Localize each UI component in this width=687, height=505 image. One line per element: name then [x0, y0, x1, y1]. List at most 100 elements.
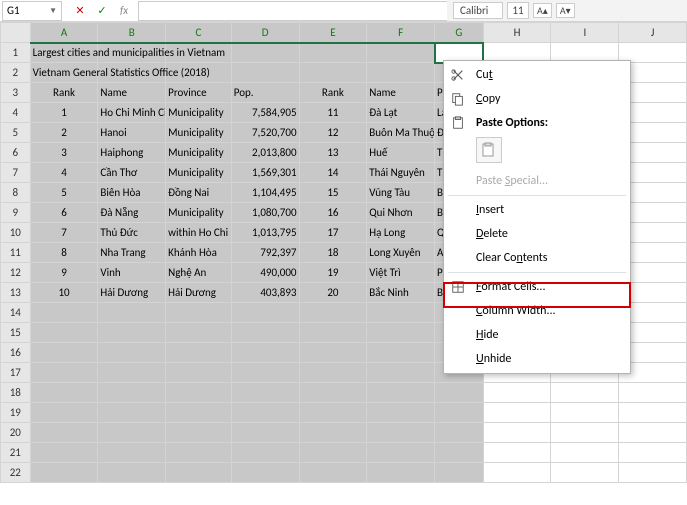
increase-font-icon[interactable]: A▴ — [533, 3, 552, 18]
row-header-3[interactable]: 3 — [1, 83, 31, 103]
menu-cut[interactable]: Cut — [444, 63, 630, 87]
cell-E20[interactable] — [299, 423, 367, 443]
cell-A13[interactable]: 10 — [30, 283, 98, 303]
font-name[interactable]: Calibri — [453, 2, 503, 19]
cell-E7[interactable]: 14 — [299, 163, 367, 183]
cell-F15[interactable] — [367, 323, 435, 343]
cell-B5[interactable]: Hanoi — [98, 123, 166, 143]
cell-A16[interactable] — [30, 343, 98, 363]
cell-B16[interactable] — [98, 343, 166, 363]
cell-F5[interactable]: Buôn Ma Thuột — [367, 123, 435, 143]
cell-D1[interactable] — [231, 43, 299, 63]
cell-E5[interactable]: 12 — [299, 123, 367, 143]
cell-H20[interactable] — [483, 423, 551, 443]
cell-J20[interactable] — [619, 423, 687, 443]
cell-B13[interactable]: Hải Dương — [98, 283, 166, 303]
menu-unhide[interactable]: Unhide — [444, 347, 630, 371]
cell-E10[interactable]: 17 — [299, 223, 367, 243]
cell-E3[interactable]: Rank — [299, 83, 367, 103]
cell-B22[interactable] — [98, 463, 166, 483]
cell-C5[interactable]: Municipality — [166, 123, 232, 143]
cell-C6[interactable]: Municipality — [166, 143, 232, 163]
cell-J18[interactable] — [619, 383, 687, 403]
column-header-B[interactable]: B — [98, 23, 166, 43]
row-header-15[interactable]: 15 — [1, 323, 31, 343]
column-header-C[interactable]: C — [166, 23, 232, 43]
menu-hide[interactable]: Hide — [444, 323, 630, 347]
cell-E6[interactable]: 13 — [299, 143, 367, 163]
cell-A2[interactable]: Vietnam General Statistics Office (2018) — [30, 63, 98, 83]
cell-D8[interactable]: 1,104,495 — [231, 183, 299, 203]
cell-D22[interactable] — [231, 463, 299, 483]
cell-F22[interactable] — [367, 463, 435, 483]
cell-E15[interactable] — [299, 323, 367, 343]
column-header-D[interactable]: D — [231, 23, 299, 43]
cell-F6[interactable]: Huế — [367, 143, 435, 163]
cell-D21[interactable] — [231, 443, 299, 463]
cell-F7[interactable]: Thái Nguyên — [367, 163, 435, 183]
cell-H18[interactable] — [483, 383, 551, 403]
cell-D10[interactable]: 1,013,795 — [231, 223, 299, 243]
row-header-19[interactable]: 19 — [1, 403, 31, 423]
cell-G20[interactable] — [435, 423, 484, 443]
cell-H21[interactable] — [483, 443, 551, 463]
cell-C4[interactable]: Municipality — [166, 103, 232, 123]
cell-B18[interactable] — [98, 383, 166, 403]
row-header-10[interactable]: 10 — [1, 223, 31, 243]
cell-A10[interactable]: 7 — [30, 223, 98, 243]
cell-G21[interactable] — [435, 443, 484, 463]
cell-E19[interactable] — [299, 403, 367, 423]
row-header-17[interactable]: 17 — [1, 363, 31, 383]
cell-H22[interactable] — [483, 463, 551, 483]
cell-B19[interactable] — [98, 403, 166, 423]
column-header-J[interactable]: J — [619, 23, 687, 43]
cell-G19[interactable] — [435, 403, 484, 423]
row-header-16[interactable]: 16 — [1, 343, 31, 363]
cell-I21[interactable] — [551, 443, 619, 463]
cell-A19[interactable] — [30, 403, 98, 423]
cell-C17[interactable] — [166, 363, 232, 383]
cell-F20[interactable] — [367, 423, 435, 443]
confirm-icon[interactable]: ✓ — [92, 2, 112, 20]
cell-D12[interactable]: 490,000 — [231, 263, 299, 283]
cell-A7[interactable]: 4 — [30, 163, 98, 183]
row-header-1[interactable]: 1 — [1, 43, 31, 63]
cell-C22[interactable] — [166, 463, 232, 483]
cell-E22[interactable] — [299, 463, 367, 483]
cell-D13[interactable]: 403,893 — [231, 283, 299, 303]
column-header-E[interactable]: E — [299, 23, 367, 43]
row-header-22[interactable]: 22 — [1, 463, 31, 483]
cell-A15[interactable] — [30, 323, 98, 343]
cell-F3[interactable]: Name — [367, 83, 435, 103]
cell-D20[interactable] — [231, 423, 299, 443]
cell-B9[interactable]: Đà Nẵng — [98, 203, 166, 223]
cell-F11[interactable]: Long Xuyên — [367, 243, 435, 263]
row-header-18[interactable]: 18 — [1, 383, 31, 403]
cell-F12[interactable]: Việt Trì — [367, 263, 435, 283]
cell-F8[interactable]: Vũng Tàu — [367, 183, 435, 203]
cell-A6[interactable]: 3 — [30, 143, 98, 163]
cell-A17[interactable] — [30, 363, 98, 383]
cell-B21[interactable] — [98, 443, 166, 463]
cell-B3[interactable]: Name — [98, 83, 166, 103]
cell-B6[interactable]: Haiphong — [98, 143, 166, 163]
cell-D16[interactable] — [231, 343, 299, 363]
cell-A18[interactable] — [30, 383, 98, 403]
cell-B7[interactable]: Cần Thơ — [98, 163, 166, 183]
cell-A20[interactable] — [30, 423, 98, 443]
cell-E16[interactable] — [299, 343, 367, 363]
cell-F14[interactable] — [367, 303, 435, 323]
cell-E9[interactable]: 16 — [299, 203, 367, 223]
cell-C18[interactable] — [166, 383, 232, 403]
column-header-F[interactable]: F — [367, 23, 435, 43]
cell-F10[interactable]: Hạ Long — [367, 223, 435, 243]
cell-E11[interactable]: 18 — [299, 243, 367, 263]
cell-F18[interactable] — [367, 383, 435, 403]
cell-F19[interactable] — [367, 403, 435, 423]
cell-C13[interactable]: Hải Dương — [166, 283, 232, 303]
cell-D4[interactable]: 7,584,905 — [231, 103, 299, 123]
column-header-G[interactable]: G — [435, 23, 484, 43]
cell-B14[interactable] — [98, 303, 166, 323]
cancel-icon[interactable]: ✕ — [70, 2, 90, 20]
cell-I22[interactable] — [551, 463, 619, 483]
